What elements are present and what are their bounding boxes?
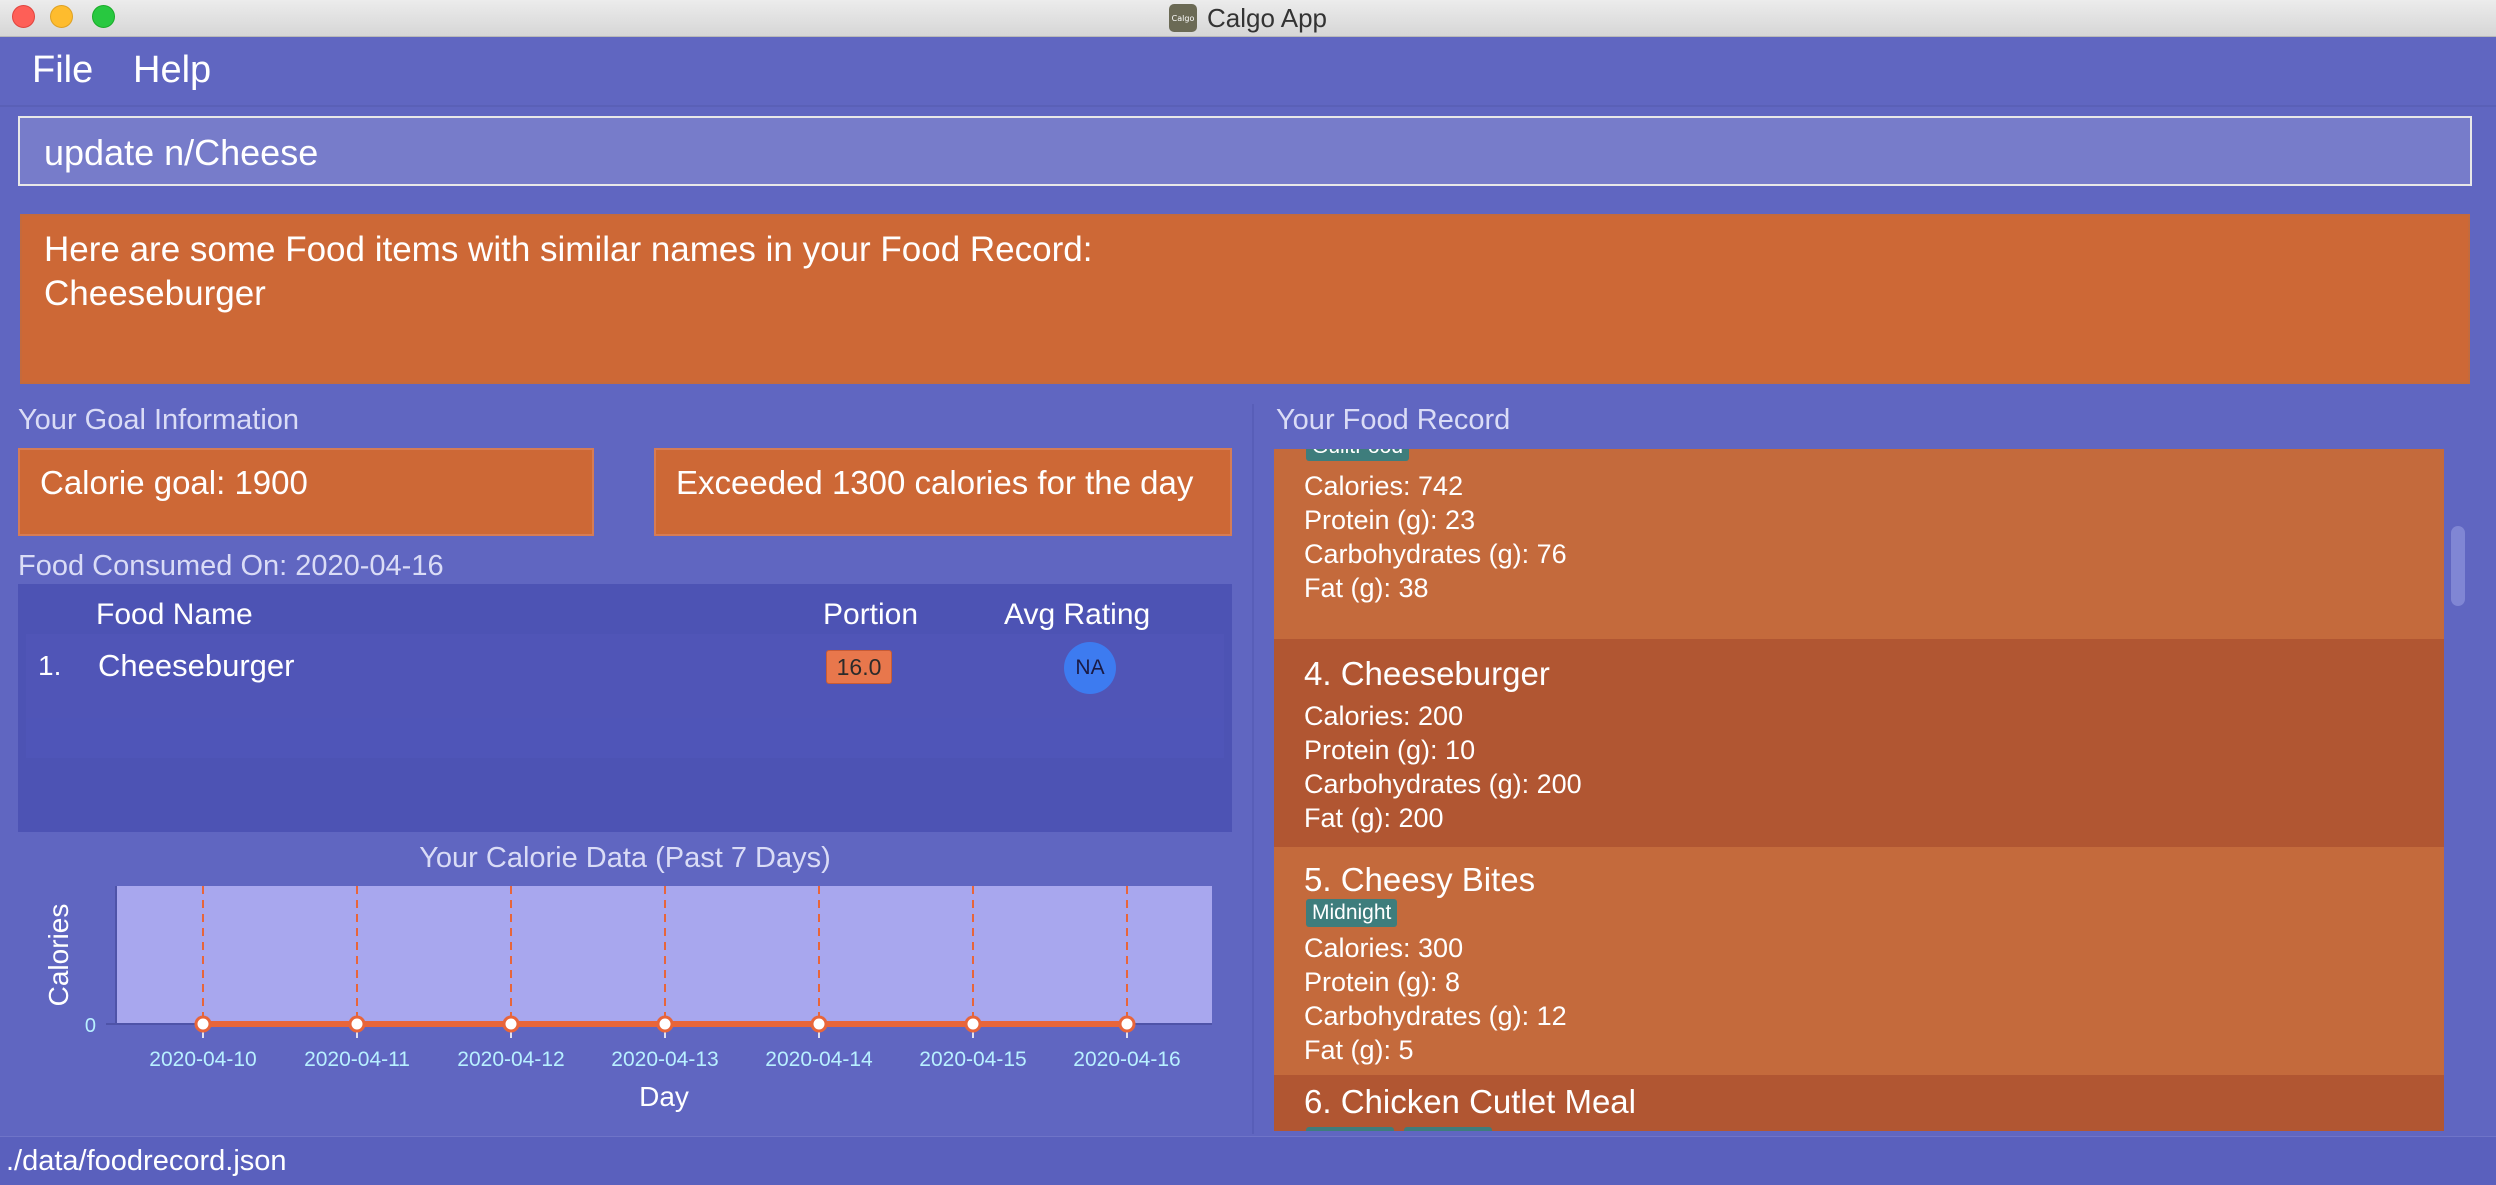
status-file-path: ./data/foodrecord.json: [6, 1145, 287, 1177]
menu-bar: File Help: [0, 37, 2496, 107]
header-food-name: Food Name: [96, 598, 253, 631]
food-record-fat: Fat (g): 200: [1304, 803, 1444, 833]
x-tick-label: 2020-04-11: [304, 1048, 410, 1071]
window-title: Calgo App: [1207, 2, 1327, 33]
food-record-calories: Calories: 742: [1304, 471, 1464, 501]
x-axis-label: Day: [639, 1081, 689, 1112]
food-record-card[interactable]: 5. Cheesy Bites Midnight Calories: 300 Prot…: [1274, 847, 2444, 1075]
window-title-bar: Calgo Calgo App: [0, 0, 2496, 37]
portion-badge: 16.0: [826, 650, 892, 684]
calorie-goal-box: Calorie goal: 1900: [18, 448, 594, 536]
food-tag: [1306, 1127, 1394, 1131]
status-bar: ./data/foodrecord.json: [0, 1136, 2496, 1185]
calorie-line-chart: 0 2020-04-10 2020-04-11 2020-04-12 2020-04-1…: [43, 886, 1212, 1112]
x-tick-label: 2020-04-14: [765, 1048, 873, 1071]
food-record-card[interactable]: 4. Cheeseburger Calories: 200 Protein (g):…: [1274, 639, 2444, 847]
data-point: [1118, 1015, 1136, 1033]
food-record-card[interactable]: 3. Chai Tiady ToonGuiltFoodCalories: 742…: [1274, 449, 2444, 639]
consumed-label: Food Consumed On: 2020-04-16: [18, 550, 444, 582]
food-record-calories: Calories: 300: [1304, 933, 1464, 963]
food-tag: GuiltFood: [1306, 449, 1410, 461]
data-point: [964, 1015, 982, 1033]
command-input-value: update n/Cheese: [44, 132, 319, 173]
title-wrap: Calgo Calgo App: [0, 0, 2496, 36]
food-record-fat: Fat (g): 38: [1304, 573, 1429, 603]
row-food-name: Cheeseburger: [98, 648, 295, 683]
food-record-fat: Fat (g): 5: [1304, 1035, 1414, 1065]
data-point: [502, 1015, 520, 1033]
food-record-title: 4. Cheeseburger: [1304, 655, 1550, 692]
table-row-empty: [26, 718, 1224, 758]
data-point: [194, 1015, 212, 1033]
food-record-card[interactable]: 6. Chicken Cutlet Meal: [1274, 1075, 2444, 1131]
food-tag: Midnight: [1306, 899, 1398, 927]
goal-status-box: Exceeded 1300 calories for the day: [654, 448, 1232, 536]
food-record-label: Your Food Record: [1276, 404, 1511, 436]
result-display: Here are some Food items with similar na…: [20, 214, 2470, 384]
data-point: [348, 1015, 366, 1033]
calorie-goal-text: Calorie goal: 1900: [40, 464, 308, 501]
x-tick-label: 2020-04-15: [919, 1048, 1026, 1071]
food-record-scrollbar-thumb[interactable]: [2451, 526, 2465, 606]
command-input[interactable]: update n/Cheese: [18, 116, 2472, 186]
row-index: 1.: [38, 650, 62, 681]
food-record-title: 6. Chicken Cutlet Meal: [1304, 1083, 1636, 1120]
food-record-protein: Protein (g): 10: [1304, 735, 1476, 765]
food-record-carbs: Carbohydrates (g): 12: [1304, 1001, 1567, 1031]
food-tag: [1404, 1127, 1492, 1131]
food-record-list[interactable]: 3. Chai Tiady ToonGuiltFoodCalories: 742…: [1274, 449, 2446, 1131]
goal-status-text: Exceeded 1300 calories for the day: [676, 464, 1194, 501]
result-line-2: Cheeseburger: [44, 274, 266, 313]
header-portion: Portion: [823, 598, 919, 631]
x-tick-label: 2020-04-16: [1073, 1048, 1180, 1071]
y-tick-label: 0: [85, 1015, 96, 1037]
data-point: [656, 1015, 674, 1033]
rating-badge: NA: [1064, 642, 1116, 694]
goal-section-label: Your Goal Information: [18, 404, 300, 436]
menu-help[interactable]: Help: [133, 49, 211, 92]
result-line-1: Here are some Food items with similar na…: [44, 230, 1093, 269]
food-record-calories: Calories: 200: [1304, 701, 1464, 731]
data-point: [810, 1015, 828, 1033]
menu-file[interactable]: File: [32, 49, 93, 92]
food-record-carbs: Carbohydrates (g): 200: [1304, 769, 1582, 799]
food-record-title: 5. Cheesy Bites: [1304, 861, 1536, 898]
y-axis-label: Calories: [43, 904, 74, 1007]
x-tick-label: 2020-04-13: [611, 1048, 718, 1071]
panel-divider: [1252, 404, 1254, 1134]
header-avg-rating: Avg Rating: [1004, 598, 1151, 631]
consumed-table: Food Name Portion Avg Rating 1. Cheesebu…: [18, 584, 1232, 832]
food-record-protein: Protein (g): 23: [1304, 505, 1476, 535]
x-tick-label: 2020-04-12: [457, 1048, 564, 1071]
x-tick-label: 2020-04-10: [149, 1048, 256, 1071]
app-icon: Calgo: [1169, 4, 1197, 32]
food-record-carbs: Carbohydrates (g): 76: [1304, 539, 1567, 569]
food-record-protein: Protein (g): 8: [1304, 967, 1461, 997]
